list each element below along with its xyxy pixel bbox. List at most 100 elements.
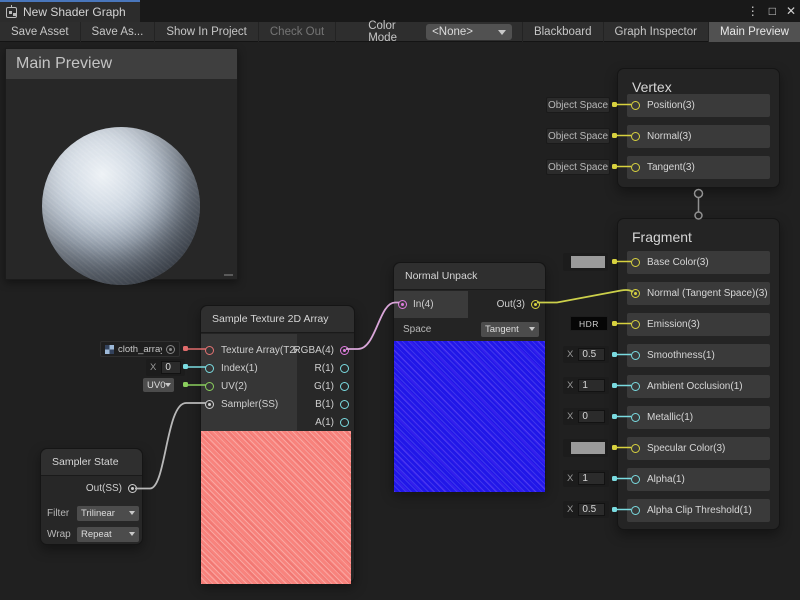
- smoothness-value[interactable]: 0.5: [578, 348, 605, 361]
- output-rgba[interactable]: RGBA(4): [297, 341, 354, 359]
- graph-inspector-button[interactable]: Graph Inspector: [604, 22, 709, 42]
- wrap-dropdown[interactable]: Repeat: [77, 527, 139, 542]
- vertex-row-tangent[interactable]: Tangent(3): [627, 156, 770, 179]
- output-g[interactable]: G(1): [297, 377, 354, 395]
- main-preview-button[interactable]: Main Preview: [709, 22, 800, 42]
- fragment-row-specular-color[interactable]: Specular Color(3): [627, 437, 770, 460]
- specular-color-field[interactable]: [563, 439, 608, 457]
- alpha-port[interactable]: [631, 475, 640, 484]
- menu-icon[interactable]: ⋮: [747, 4, 759, 18]
- output-b[interactable]: B(1): [297, 395, 354, 413]
- metallic-field[interactable]: X 0: [563, 408, 609, 425]
- texture-array-value-pill[interactable]: cloth_array: [100, 341, 180, 357]
- unpack-input-in[interactable]: In(4): [394, 291, 468, 318]
- sampler-port[interactable]: [205, 400, 214, 409]
- alpha-field[interactable]: X 1: [563, 470, 609, 487]
- uv-port[interactable]: [205, 382, 214, 391]
- alpha-value[interactable]: 1: [578, 472, 605, 485]
- ambient-occlusion-field[interactable]: X 1: [563, 377, 609, 394]
- unpack-node-header[interactable]: Normal Unpack: [394, 263, 545, 290]
- space-dropdown[interactable]: Tangent: [481, 322, 539, 337]
- connector-dot: [612, 259, 617, 264]
- alpha-clip-value[interactable]: 0.5: [578, 503, 605, 516]
- g-port[interactable]: [340, 382, 349, 391]
- window-controls: ⋮ □ ✕: [747, 0, 796, 22]
- x-label: X: [567, 349, 573, 360]
- output-a[interactable]: A(1): [297, 413, 354, 431]
- connector-dot: [612, 321, 617, 326]
- connector-dot: [612, 414, 617, 419]
- specular-color-label: Specular Color(3): [647, 443, 725, 454]
- texture-array-port[interactable]: [205, 346, 214, 355]
- tangent-port[interactable]: [631, 163, 640, 172]
- a-port[interactable]: [340, 418, 349, 427]
- sampler-state-node[interactable]: Sampler State Out(SS) Filter Trilinear W…: [40, 448, 143, 545]
- sample-node-body: RGBA(4) R(1) G(1) B(1) A(1) Text: [201, 334, 354, 431]
- vertex-row-position[interactable]: Position(3): [627, 94, 770, 117]
- blackboard-button[interactable]: Blackboard: [522, 22, 604, 42]
- main-preview-header[interactable]: Main Preview: [6, 49, 237, 79]
- output-r[interactable]: R(1): [297, 359, 354, 377]
- save-asset-button[interactable]: Save Asset: [0, 22, 81, 42]
- b-port[interactable]: [340, 400, 349, 409]
- normal-ts-port[interactable]: [631, 289, 640, 298]
- ambient-occlusion-port[interactable]: [631, 382, 640, 391]
- r-port[interactable]: [340, 364, 349, 373]
- color-mode-dropdown[interactable]: <None>: [426, 24, 512, 40]
- fragment-row-ambient-occlusion[interactable]: Ambient Occlusion(1): [627, 375, 770, 398]
- out-ss-port[interactable]: [128, 484, 137, 493]
- base-color-field[interactable]: [563, 253, 608, 271]
- index-value[interactable]: 0: [161, 361, 181, 374]
- x-label: X: [150, 362, 156, 373]
- sample-texture-2d-array-node[interactable]: Sample Texture 2D Array RGBA(4) R(1) G(1…: [200, 305, 355, 583]
- alpha-clip-field[interactable]: X 0.5: [563, 501, 609, 518]
- texture-thumbnail-icon: [105, 345, 114, 354]
- smoothness-port[interactable]: [631, 351, 640, 360]
- in-port[interactable]: [398, 300, 407, 309]
- uv-channel-dropdown[interactable]: UV0: [143, 378, 174, 392]
- fragment-row-alpha-clip[interactable]: Alpha Clip Threshold(1): [627, 499, 770, 522]
- show-in-project-button[interactable]: Show In Project: [155, 22, 259, 42]
- save-as-button[interactable]: Save As...: [81, 22, 156, 42]
- fragment-node[interactable]: Fragment Base Color(3) Normal (Tangent S…: [617, 218, 780, 530]
- close-icon[interactable]: ✕: [786, 4, 796, 18]
- alpha-clip-port[interactable]: [631, 506, 640, 515]
- fragment-row-alpha[interactable]: Alpha(1): [627, 468, 770, 491]
- base-color-port[interactable]: [631, 258, 640, 267]
- normal-port[interactable]: [631, 132, 640, 141]
- out-port[interactable]: [531, 300, 540, 309]
- specular-color-port[interactable]: [631, 444, 640, 453]
- smoothness-field[interactable]: X 0.5: [563, 346, 609, 363]
- sample-node-header[interactable]: Sample Texture 2D Array: [201, 306, 354, 333]
- emission-hdr-field[interactable]: HDR: [570, 316, 608, 331]
- rgba-port[interactable]: [340, 346, 349, 355]
- tab-shader-graph[interactable]: New Shader Graph: [0, 0, 140, 22]
- unpack-output-out[interactable]: Out(3): [468, 291, 545, 318]
- ambient-occlusion-value[interactable]: 1: [578, 379, 605, 392]
- emission-port[interactable]: [631, 320, 640, 329]
- resize-handle[interactable]: [224, 274, 233, 276]
- sampler-node-header[interactable]: Sampler State: [41, 449, 142, 476]
- vertex-node[interactable]: Vertex Position(3) Normal(3) Tangent(3): [617, 68, 780, 188]
- x-label: X: [567, 380, 573, 391]
- fragment-row-metallic[interactable]: Metallic(1): [627, 406, 770, 429]
- metallic-port[interactable]: [631, 413, 640, 422]
- fragment-row-smoothness[interactable]: Smoothness(1): [627, 344, 770, 367]
- object-picker-icon[interactable]: [166, 345, 175, 354]
- tangent-default-box[interactable]: Object Space: [546, 159, 610, 175]
- maximize-icon[interactable]: □: [769, 4, 776, 18]
- filter-dropdown[interactable]: Trilinear: [77, 506, 139, 521]
- normal-unpack-node[interactable]: Normal Unpack In(4) Out(3) Space Tangent: [393, 262, 546, 491]
- fragment-row-emission[interactable]: Emission(3): [627, 313, 770, 336]
- position-default-box[interactable]: Object Space: [546, 97, 610, 113]
- metallic-value[interactable]: 0: [578, 410, 605, 423]
- fragment-row-normal-ts[interactable]: Normal (Tangent Space)(3): [627, 282, 770, 305]
- normal-map-preview: [394, 341, 545, 492]
- vertex-row-normal[interactable]: Normal(3): [627, 125, 770, 148]
- index-value-field[interactable]: X 0: [146, 359, 185, 376]
- normal-default-box[interactable]: Object Space: [546, 128, 610, 144]
- position-port[interactable]: [631, 101, 640, 110]
- fragment-row-base-color[interactable]: Base Color(3): [627, 251, 770, 274]
- index-port[interactable]: [205, 364, 214, 373]
- sampler-output-row[interactable]: Out(SS): [41, 479, 142, 497]
